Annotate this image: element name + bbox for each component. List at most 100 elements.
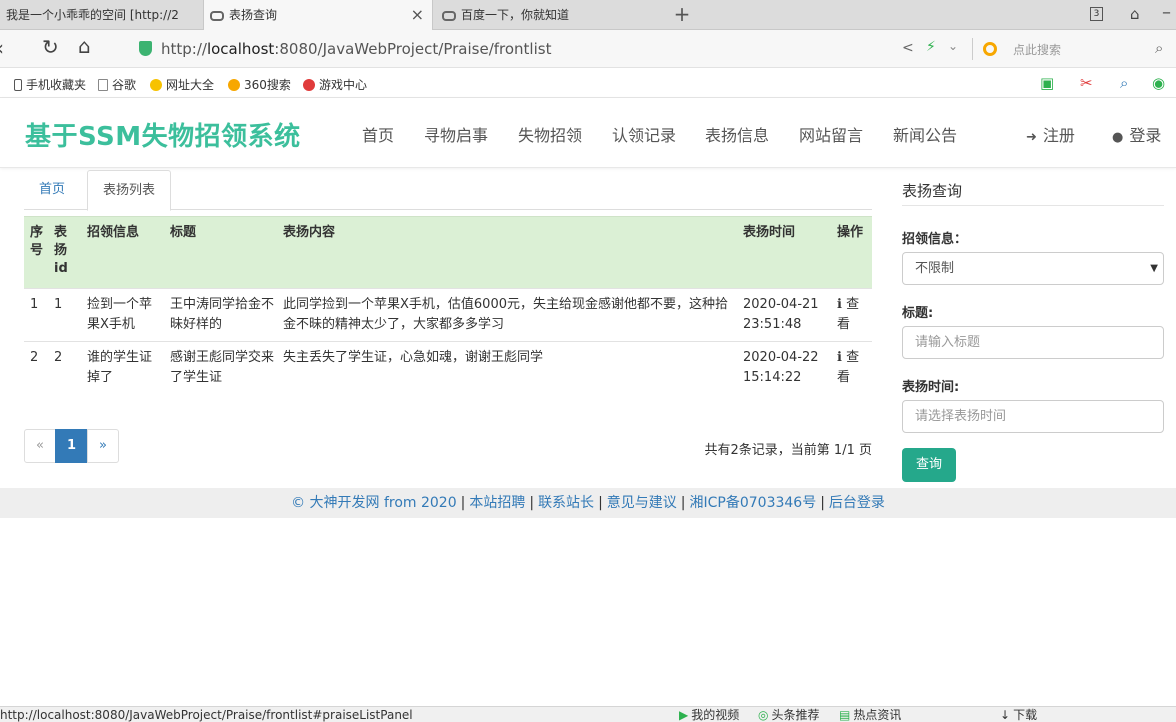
footer-contact-link[interactable]: 联系站长 bbox=[538, 495, 594, 511]
nav-found[interactable]: 失物招领 bbox=[518, 122, 582, 146]
title-input[interactable] bbox=[902, 326, 1164, 359]
bookmark-label: 360搜索 bbox=[244, 78, 291, 92]
360-icon bbox=[228, 79, 240, 91]
tab-count-badge[interactable]: 3 bbox=[1090, 7, 1103, 21]
footer-separator: | bbox=[529, 495, 535, 511]
login-link[interactable]: ● 登录 bbox=[1112, 122, 1161, 146]
cell-time: 2020-04-21 23:51:48 bbox=[737, 288, 831, 342]
cell-seq: 1 bbox=[24, 288, 48, 342]
content-tabs: 首页 表扬列表 bbox=[24, 170, 872, 211]
bookmark-google[interactable]: 谷歌 bbox=[98, 76, 136, 93]
tab-praise-list[interactable]: 表扬列表 bbox=[87, 170, 172, 211]
window-minimize-icon[interactable]: – bbox=[1162, 2, 1171, 23]
cell-title: 感谢王彪同学交来了学生证 bbox=[164, 341, 277, 394]
bookmark-label: 游戏中心 bbox=[319, 78, 368, 92]
bookmark-360[interactable]: 360搜索 bbox=[228, 76, 291, 93]
search-engine-icon[interactable] bbox=[983, 42, 997, 56]
browser-tab-qzone[interactable]: 我是一个小乖乖的空间 [http://2 bbox=[0, 0, 200, 30]
chevron-down-icon[interactable]: ⌄ bbox=[948, 39, 958, 53]
refresh-icon[interactable]: ↻ bbox=[42, 35, 59, 59]
search-icon[interactable]: ⌕ bbox=[1155, 39, 1163, 57]
cell-id: 2 bbox=[48, 341, 81, 394]
claim-select[interactable]: 不限制 ▼ bbox=[902, 252, 1164, 285]
share-icon[interactable]: < bbox=[902, 40, 914, 56]
site-brand[interactable]: 基于SSM失物招领系统 bbox=[25, 116, 301, 153]
browser-tab-label: 表扬查询 bbox=[229, 8, 278, 22]
nav-home[interactable]: 首页 bbox=[362, 122, 394, 146]
cell-claim: 谁的学生证掉了 bbox=[81, 341, 164, 394]
status-label: 头条推荐 bbox=[771, 708, 820, 722]
bookmark-hao[interactable]: 网址大全 bbox=[150, 76, 214, 93]
register-link[interactable]: ➜ 注册 bbox=[1026, 122, 1075, 146]
page-icon bbox=[98, 79, 108, 91]
nav-praise[interactable]: 表扬信息 bbox=[705, 122, 769, 146]
query-button[interactable]: 查询 bbox=[902, 448, 956, 482]
phone-icon bbox=[14, 79, 22, 91]
time-label: 表扬时间: bbox=[902, 380, 960, 395]
bookmark-games[interactable]: 游戏中心 bbox=[303, 76, 367, 93]
footer-icp-link[interactable]: 湘ICP备0703346号 bbox=[690, 495, 817, 511]
scissors-icon[interactable]: ✂ bbox=[1080, 74, 1093, 92]
game-controller-icon[interactable]: ◉ bbox=[1152, 74, 1165, 92]
nav-news[interactable]: 新闻公告 bbox=[893, 122, 957, 146]
nav-messages[interactable]: 网站留言 bbox=[799, 122, 863, 146]
browser-search-input[interactable]: 点此搜索 bbox=[1013, 41, 1061, 58]
claim-label: 招领信息： bbox=[902, 232, 968, 247]
header-claim: 招领信息 bbox=[81, 216, 164, 289]
video-icon: ▶ bbox=[679, 708, 689, 722]
search-icon[interactable]: ⌕ bbox=[1120, 74, 1128, 92]
nav-claim-records[interactable]: 认领记录 bbox=[612, 122, 676, 146]
prev-page-button[interactable]: « bbox=[24, 429, 56, 463]
status-download[interactable]: ↓ 下载 bbox=[1000, 707, 1037, 722]
cell-seq: 2 bbox=[24, 341, 48, 394]
close-icon[interactable]: × bbox=[411, 0, 424, 30]
time-input[interactable] bbox=[902, 400, 1164, 433]
play-circle-icon: ◎ bbox=[758, 708, 769, 722]
globe-icon bbox=[150, 79, 162, 91]
table-header-row: 序号 表扬id 招领信息 标题 表扬内容 表扬时间 操作 bbox=[24, 216, 872, 289]
table-row: 1 1 捡到一个苹果X手机 王中涛同学拾金不昧好样的 此同学捡到一个苹果X手机，… bbox=[24, 288, 872, 342]
browser-tab-baidu[interactable]: 百度一下，你就知道 bbox=[436, 0, 666, 30]
header-op: 操作 bbox=[831, 216, 872, 289]
title-label: 标题: bbox=[902, 306, 934, 321]
footer-admin-link[interactable]: 后台登录 bbox=[829, 495, 885, 511]
translate-icon[interactable]: ▣ bbox=[1040, 74, 1054, 92]
bookmark-mobile[interactable]: 手机收藏夹 bbox=[14, 76, 86, 93]
header-seq: 序号 bbox=[24, 216, 48, 289]
header-id: 表扬id bbox=[48, 216, 81, 289]
sign-in-icon: ➜ bbox=[1026, 130, 1037, 145]
footer-copyright-link[interactable]: © 大神开发网 from 2020 bbox=[291, 495, 457, 511]
claim-select-value: 不限制 bbox=[915, 261, 955, 276]
status-label: 我的视频 bbox=[691, 708, 740, 722]
page-1-button[interactable]: 1 bbox=[54, 429, 89, 463]
cell-content: 失主丢失了学生证，心急如魂，谢谢王彪同学 bbox=[277, 341, 737, 394]
footer-jobs-link[interactable]: 本站招聘 bbox=[469, 495, 525, 511]
url-prefix: http:// bbox=[161, 40, 207, 58]
browser-status-bar: http://localhost:8080/JavaWebProject/Pra… bbox=[0, 706, 1176, 722]
status-hot-news[interactable]: ▤ 热点资讯 bbox=[839, 707, 901, 722]
bookmarks-bar: 手机收藏夹 谷歌 网址大全 360搜索 游戏中心 ▣ ✂ ⌕ ◉ bbox=[0, 68, 1176, 98]
pagination-info: 共有2条记录，当前第 1/1 页 bbox=[704, 443, 872, 458]
browser-tab-praise[interactable]: 表扬查询 × bbox=[203, 0, 433, 30]
status-video[interactable]: ▶ 我的视频 bbox=[679, 707, 739, 722]
tab-home[interactable]: 首页 bbox=[24, 170, 80, 211]
search-panel-title: 表扬查询 bbox=[902, 182, 963, 200]
view-link[interactable]: ℹ 查看 bbox=[831, 288, 872, 342]
back-icon[interactable]: ‹ bbox=[0, 36, 4, 60]
praise-table: 序号 表扬id 招领信息 标题 表扬内容 表扬时间 操作 1 1 捡到一个苹果X… bbox=[24, 216, 872, 394]
new-tab-button[interactable]: + bbox=[670, 0, 694, 30]
lightning-icon[interactable]: ⚡ bbox=[926, 39, 936, 55]
nav-lost-notice[interactable]: 寻物启事 bbox=[424, 122, 488, 146]
table-row: 2 2 谁的学生证掉了 感谢王彪同学交来了学生证 失主丢失了学生证，心急如魂，谢… bbox=[24, 341, 872, 394]
view-link[interactable]: ℹ 查看 bbox=[831, 341, 872, 394]
divider bbox=[972, 38, 973, 60]
caret-down-icon: ▼ bbox=[1150, 263, 1158, 274]
skin-icon[interactable]: ⌂ bbox=[1130, 5, 1140, 23]
pagination: « 1 » bbox=[24, 429, 119, 463]
bookmark-label: 手机收藏夹 bbox=[26, 78, 87, 92]
home-icon[interactable]: ⌂ bbox=[78, 34, 91, 58]
footer-feedback-link[interactable]: 意见与建议 bbox=[607, 495, 677, 511]
status-headlines[interactable]: ◎ 头条推荐 bbox=[758, 707, 820, 722]
next-page-button[interactable]: » bbox=[87, 429, 119, 463]
url-input[interactable]: http://localhost:8080/JavaWebProject/Pra… bbox=[161, 40, 551, 58]
